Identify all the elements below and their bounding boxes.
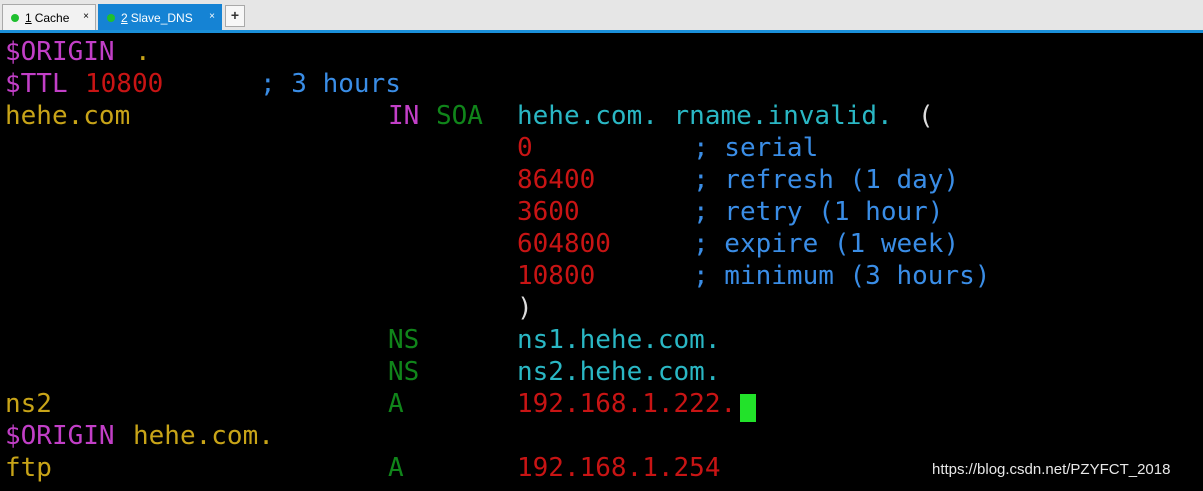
tab-bar: 1 Cache × 2 Slave_DNS × + xyxy=(0,0,1203,33)
origin-value: . xyxy=(135,37,151,67)
add-tab-button[interactable]: + xyxy=(225,5,245,27)
watermark: https://blog.csdn.net/PZYFCT_2018 xyxy=(932,461,1171,478)
ip-address: 192.168.1.254 xyxy=(517,453,721,483)
terminal-line: $ORIGIN hehe.com. xyxy=(5,420,274,452)
record-owner: ns2 xyxy=(5,389,52,419)
ttl-value: 10800 xyxy=(85,69,164,99)
terminal-line: 10800 ; minimum (3 hours) xyxy=(5,260,990,292)
terminal-line: 3600 ; retry (1 hour) xyxy=(5,196,943,228)
record-class: IN xyxy=(388,101,420,131)
record-type: NS xyxy=(388,357,420,387)
comment: ; minimum (3 hours) xyxy=(693,261,991,291)
record-type: A xyxy=(388,453,404,483)
paren: ) xyxy=(517,293,533,323)
record-owner: ftp xyxy=(5,453,52,483)
text-cursor xyxy=(740,394,756,422)
soa-value: 10800 xyxy=(517,261,596,291)
terminal-output[interactable]: $ORIGIN . $TTL 10800 ; 3 hours hehe.com … xyxy=(0,36,1203,491)
ip-address: 192.168.1.222. xyxy=(517,389,737,419)
terminal-line: ftp A 192.168.1.254 xyxy=(5,452,721,484)
directive: $ORIGIN xyxy=(5,37,115,67)
terminal-line: 604800 ; expire (1 week) xyxy=(5,228,959,260)
terminal-line: ns2 A 192.168.1.222. xyxy=(5,388,736,420)
comment: ; expire (1 week) xyxy=(693,229,960,259)
comment: ; retry (1 hour) xyxy=(693,197,944,227)
tab-label: Cache xyxy=(34,10,70,25)
terminal-line: ) xyxy=(5,292,533,324)
record-type: SOA xyxy=(436,101,483,131)
record-type: A xyxy=(388,389,404,419)
record-type: NS xyxy=(388,325,420,355)
record-data: ns1.hehe.com. xyxy=(517,325,721,355)
soa-value: 86400 xyxy=(517,165,596,195)
tab-cache[interactable]: 1 Cache × xyxy=(2,4,96,30)
soa-value: 604800 xyxy=(517,229,611,259)
directive: $ORIGIN xyxy=(5,421,115,451)
tab-number: 2 xyxy=(121,10,128,25)
close-icon[interactable]: × xyxy=(209,11,215,22)
connected-status-icon xyxy=(107,13,115,22)
record-data: ns2.hehe.com. xyxy=(517,357,721,387)
comment: ; serial xyxy=(693,133,819,163)
terminal-line: 0 ; serial xyxy=(5,132,818,164)
record-owner: hehe.com xyxy=(5,101,131,131)
paren: ( xyxy=(918,101,934,131)
terminal-line: NS ns2.hehe.com. xyxy=(5,356,721,388)
tab-slave-dns[interactable]: 2 Slave_DNS × xyxy=(98,4,222,30)
close-icon[interactable]: × xyxy=(83,11,89,22)
terminal-line: $TTL 10800 ; 3 hours xyxy=(5,68,401,100)
comment: ; 3 hours xyxy=(260,69,401,99)
tab-label: Slave_DNS xyxy=(130,10,193,25)
origin-value: hehe.com. xyxy=(133,421,274,451)
terminal-line: 86400 ; refresh (1 day) xyxy=(5,164,959,196)
tab-number: 1 xyxy=(25,10,32,25)
connected-status-icon xyxy=(11,13,19,22)
comment: ; refresh (1 day) xyxy=(693,165,960,195)
directive: $TTL xyxy=(5,69,68,99)
terminal-line: $ORIGIN . xyxy=(5,36,151,68)
record-data: hehe.com. rname.invalid. xyxy=(517,101,893,131)
soa-value: 0 xyxy=(517,133,533,163)
soa-value: 3600 xyxy=(517,197,580,227)
terminal-line: NS ns1.hehe.com. xyxy=(5,324,721,356)
terminal-line: hehe.com IN SOA hehe.com. rname.invalid.… xyxy=(5,100,934,132)
